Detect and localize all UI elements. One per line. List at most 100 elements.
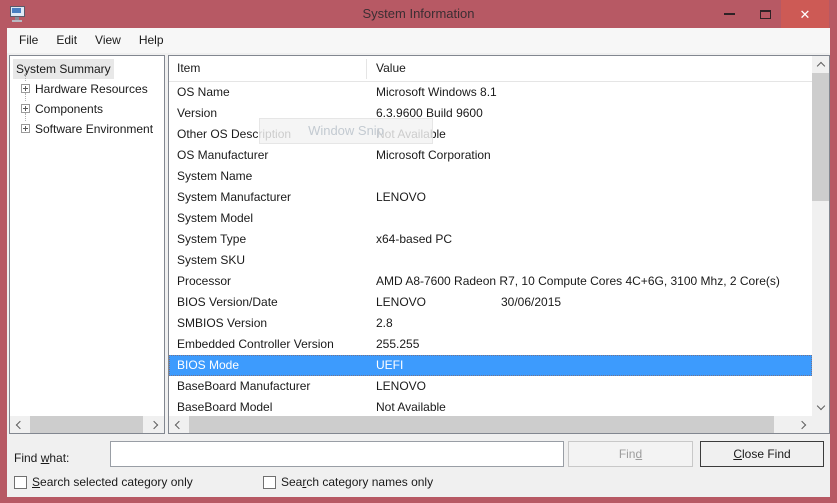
item-cell: SMBIOS Version xyxy=(177,313,267,334)
scroll-left-button[interactable] xyxy=(10,416,27,433)
scroll-right-button[interactable] xyxy=(147,416,164,433)
value-cell: 255.255 xyxy=(376,334,419,355)
table-row[interactable]: System Manufacturer LENOVO xyxy=(169,187,812,208)
table-row[interactable]: System Name xyxy=(169,166,812,187)
item-cell: Processor xyxy=(177,271,231,292)
scrollbar-thumb[interactable] xyxy=(30,416,143,433)
tree-item-label: System Summary xyxy=(13,59,114,79)
close-button[interactable]: ✕ xyxy=(781,0,829,28)
table-row[interactable]: BIOS Mode UEFI xyxy=(169,355,812,376)
tree-item-system-summary[interactable]: System Summary xyxy=(10,59,164,79)
scroll-down-button[interactable] xyxy=(812,399,829,416)
minimize-icon xyxy=(724,13,735,15)
window-snip-tooltip: Window Snip xyxy=(259,118,433,144)
tree-horizontal-scrollbar[interactable] xyxy=(10,416,164,433)
table-row[interactable]: SMBIOS Version 2.8 xyxy=(169,313,812,334)
checkbox-box[interactable] xyxy=(263,476,276,489)
table-row[interactable]: BaseBoard Model Not Available xyxy=(169,397,812,418)
table-row[interactable]: OS Name Microsoft Windows 8.1 xyxy=(169,82,812,103)
checkbox-search-category-names-only[interactable]: Search category names only xyxy=(263,471,433,493)
scrollbar-thumb[interactable] xyxy=(189,416,774,433)
tree-connector xyxy=(25,113,26,121)
value-cell: Not Available xyxy=(376,397,446,418)
table-row[interactable]: OS Manufacturer Microsoft Corporation xyxy=(169,145,812,166)
value-cell: Microsoft Windows 8.1 xyxy=(376,82,497,103)
table-header: Item Value xyxy=(169,56,812,82)
menu-item-help[interactable]: Help xyxy=(130,28,173,53)
tree-item-label: Software Environment xyxy=(35,119,153,139)
checkbox-label: Search category names only xyxy=(281,475,433,489)
list-vertical-scrollbar[interactable] xyxy=(812,56,829,416)
scrollbar-corner xyxy=(812,416,829,433)
table-row[interactable]: Embedded Controller Version 255.255 xyxy=(169,334,812,355)
item-cell: Version xyxy=(177,103,217,124)
value-cell: Microsoft Corporation xyxy=(376,145,491,166)
table-row[interactable]: BaseBoard Manufacturer LENOVO xyxy=(169,376,812,397)
menubar: FileEditViewHelp xyxy=(7,28,830,53)
find-button[interactable]: Find xyxy=(568,441,693,467)
find-input[interactable] xyxy=(110,441,564,467)
menu-item-view[interactable]: View xyxy=(86,28,130,53)
close-icon: ✕ xyxy=(800,8,811,21)
tree-connector xyxy=(25,73,26,81)
item-cell: System Type xyxy=(177,229,246,250)
value-cell: LENOVO xyxy=(376,187,426,208)
details-panel: Item Value OS NameMicrosoft Windows 8.1V… xyxy=(168,55,830,434)
column-separator[interactable] xyxy=(366,59,367,79)
table-row[interactable]: System Model xyxy=(169,208,812,229)
tree-item-software-environment[interactable]: Software Environment xyxy=(10,119,164,139)
expand-icon[interactable] xyxy=(21,84,30,93)
value-cell: LENOVO xyxy=(376,292,426,313)
minimize-button[interactable] xyxy=(713,0,745,28)
category-tree: System SummaryHardware ResourcesComponen… xyxy=(10,59,164,139)
value-date-cell: 30/06/2015 xyxy=(501,292,561,313)
value-cell: UEFI xyxy=(376,355,403,376)
scrollbar-thumb[interactable] xyxy=(812,73,829,201)
maximize-icon xyxy=(760,10,771,19)
item-cell: System Model xyxy=(177,208,253,229)
list-horizontal-scrollbar[interactable] xyxy=(169,416,812,433)
find-what-label: Find what: xyxy=(14,446,69,471)
checkbox-box[interactable] xyxy=(14,476,27,489)
maximize-button[interactable] xyxy=(749,0,781,28)
window-title: System Information xyxy=(0,6,837,21)
item-cell: System SKU xyxy=(177,250,245,271)
checkbox-search-selected-category-only[interactable]: Search selected category only xyxy=(14,471,193,493)
item-cell: Embedded Controller Version xyxy=(177,334,334,355)
value-cell: 2.8 xyxy=(376,313,393,334)
item-cell: BaseBoard Manufacturer xyxy=(177,376,310,397)
titlebar[interactable]: System Information ✕ xyxy=(0,0,837,28)
item-cell: BIOS Mode xyxy=(177,355,239,376)
scroll-left-button[interactable] xyxy=(169,416,186,433)
value-cell: LENOVO xyxy=(376,376,426,397)
table-row[interactable]: Processor AMD A8-7600 Radeon R7, 10 Compu… xyxy=(169,271,812,292)
table-row[interactable]: BIOS Version/Date LENOVO 30/06/2015 xyxy=(169,292,812,313)
menu-item-edit[interactable]: Edit xyxy=(47,28,86,53)
menu-item-file[interactable]: File xyxy=(10,28,47,53)
tree-item-hardware-resources[interactable]: Hardware Resources xyxy=(10,79,164,99)
item-cell: System Manufacturer xyxy=(177,187,291,208)
search-options-row: Search selected category only Search cate… xyxy=(7,471,830,493)
item-cell: BIOS Version/Date xyxy=(177,292,278,313)
item-cell: BaseBoard Model xyxy=(177,397,272,418)
table-row[interactable]: System Type x64-based PC xyxy=(169,229,812,250)
tree-item-label: Hardware Resources xyxy=(35,79,148,99)
expand-icon[interactable] xyxy=(21,104,30,113)
item-cell: OS Name xyxy=(177,82,230,103)
expand-icon[interactable] xyxy=(21,124,30,133)
item-cell: OS Manufacturer xyxy=(177,145,268,166)
scroll-right-button[interactable] xyxy=(795,416,812,433)
value-cell: AMD A8-7600 Radeon R7, 10 Compute Cores … xyxy=(376,271,780,292)
close-find-button[interactable]: Close Find xyxy=(700,441,824,467)
category-tree-panel: System SummaryHardware ResourcesComponen… xyxy=(9,55,165,434)
value-cell: x64-based PC xyxy=(376,229,452,250)
tree-item-label: Components xyxy=(35,99,103,119)
tree-item-components[interactable]: Components xyxy=(10,99,164,119)
scroll-up-button[interactable] xyxy=(812,56,829,73)
tree-connector xyxy=(25,93,26,101)
column-header-item[interactable]: Item xyxy=(177,56,200,81)
table-row[interactable]: System SKU xyxy=(169,250,812,271)
checkbox-label: Search selected category only xyxy=(32,475,193,489)
column-header-value[interactable]: Value xyxy=(376,56,406,81)
system-information-window: System Information ✕ FileEditViewHelp Sy… xyxy=(0,0,837,503)
